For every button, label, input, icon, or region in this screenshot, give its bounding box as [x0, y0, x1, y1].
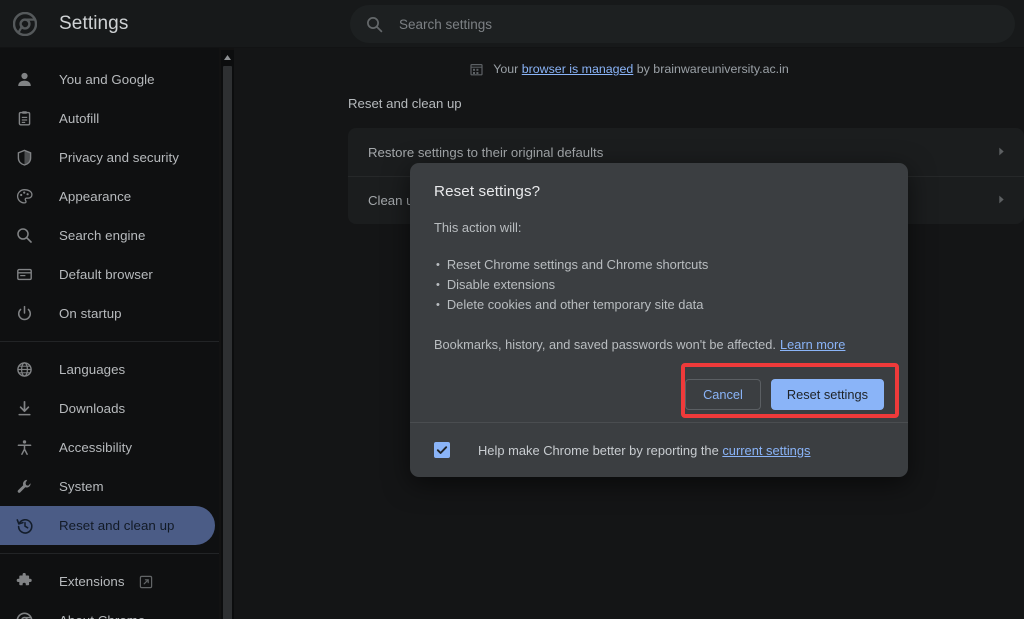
dialog-bullet-item: Reset Chrome settings and Chrome shortcu…: [434, 255, 884, 275]
report-settings-checkbox[interactable]: [434, 442, 450, 458]
dialog-note-text: Bookmarks, history, and saved passwords …: [434, 337, 776, 352]
dialog-body: Reset settings? This action will: Reset …: [410, 163, 908, 366]
dialog-bullet-item: Disable extensions: [434, 275, 884, 295]
checkbox-label: Help make Chrome better by reporting the…: [478, 443, 810, 458]
modal-layer: Reset settings? This action will: Reset …: [0, 0, 1024, 619]
cancel-button[interactable]: Cancel: [685, 378, 761, 410]
reset-settings-button[interactable]: Reset settings: [770, 378, 884, 410]
settings-window: Settings You and Google Autofill: [0, 0, 1024, 619]
learn-more-link[interactable]: Learn more: [780, 337, 845, 352]
checkbox-label-text: Help make Chrome better by reporting the: [478, 442, 719, 458]
dialog-note: Bookmarks, history, and saved passwords …: [434, 337, 884, 352]
dialog-action-buttons: Cancel Reset settings: [410, 366, 908, 422]
dialog-bullet-item: Delete cookies and other temporary site …: [434, 295, 884, 315]
dialog-title: Reset settings?: [434, 183, 541, 200]
dialog-footer: Help make Chrome better by reporting the…: [410, 422, 908, 477]
dialog-bullet-list: Reset Chrome settings and Chrome shortcu…: [434, 255, 884, 315]
current-settings-link[interactable]: current settings: [722, 443, 810, 458]
reset-settings-dialog: Reset settings? This action will: Reset …: [410, 163, 908, 477]
checkmark-icon: [436, 446, 448, 454]
dialog-intro-text: This action will:: [434, 220, 522, 235]
